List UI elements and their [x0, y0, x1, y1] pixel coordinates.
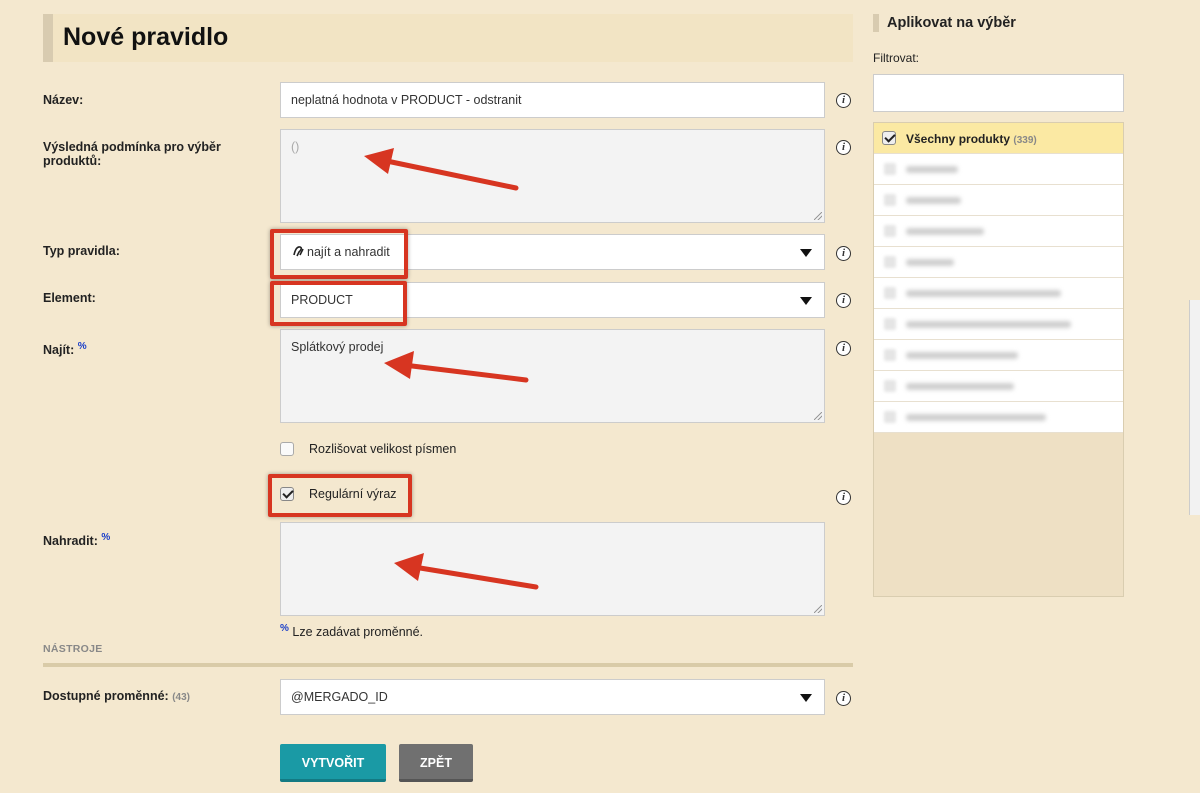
variables-allowed-marker: %: [77, 341, 87, 352]
selection-list: Všechny produkty (339): [873, 122, 1124, 597]
rule-type-label: Typ pravidla:: [43, 244, 120, 258]
variables-label: Dostupné proměnné: (43): [43, 689, 190, 705]
variables-allowed-marker: %: [101, 532, 111, 543]
page-title-bar: Nové pravidlo: [43, 14, 853, 62]
annotation-arrow-icon: [384, 351, 529, 383]
annotation-highlight-box: [270, 281, 407, 326]
annotation-highlight-box: [270, 229, 408, 279]
page-title: Nové pravidlo: [63, 23, 229, 51]
list-item[interactable]: [874, 278, 1123, 309]
resize-grip-icon[interactable]: [814, 605, 822, 613]
info-icon[interactable]: i: [836, 293, 851, 308]
filter-label: Filtrovat:: [873, 51, 920, 65]
replace-textarea[interactable]: [280, 522, 825, 616]
resize-grip-icon[interactable]: [814, 212, 822, 220]
case-sensitive-label: Rozlišovat velikost písmen: [309, 442, 457, 456]
condition-label: Výsledná podmínka pro výběr produktů:: [43, 140, 221, 168]
filter-input[interactable]: [873, 74, 1124, 112]
list-item[interactable]: [874, 371, 1123, 402]
side-toolbar-edge: [1189, 300, 1200, 515]
name-input-value: neplatná hodnota v PRODUCT - odstranit: [291, 93, 522, 107]
info-icon[interactable]: i: [836, 490, 851, 505]
list-item[interactable]: [874, 309, 1123, 340]
chevron-down-icon: [800, 297, 812, 305]
list-item[interactable]: [874, 247, 1123, 278]
all-products-checkbox[interactable]: [882, 131, 896, 145]
annotation-arrow-icon: [394, 553, 539, 590]
resize-grip-icon[interactable]: [814, 412, 822, 420]
list-item[interactable]: [874, 185, 1123, 216]
variables-count: (43): [172, 692, 190, 703]
list-item[interactable]: [874, 402, 1123, 433]
create-button[interactable]: VYTVOŘIT: [280, 744, 386, 782]
info-icon[interactable]: i: [836, 246, 851, 261]
name-input[interactable]: neplatná hodnota v PRODUCT - odstranit: [280, 82, 825, 118]
list-item[interactable]: [874, 340, 1123, 371]
replace-label: Nahradit: %: [43, 531, 110, 548]
chevron-down-icon: [800, 249, 812, 257]
back-button[interactable]: ZPĚT: [399, 744, 473, 782]
info-icon[interactable]: i: [836, 691, 851, 706]
section-divider: [43, 663, 853, 667]
info-icon[interactable]: i: [836, 341, 851, 356]
element-label: Element:: [43, 291, 96, 305]
find-label: Najít: %: [43, 340, 87, 357]
find-textarea[interactable]: Splátkový prodej: [280, 329, 825, 423]
variables-hint: % Lze zadávat proměnné.: [280, 623, 423, 639]
info-icon[interactable]: i: [836, 93, 851, 108]
variables-allowed-marker: %: [280, 623, 289, 634]
tools-section-title: NÁSTROJE: [43, 643, 103, 655]
variables-label-text: Dostupné proměnné:: [43, 689, 169, 703]
name-label: Název:: [43, 93, 84, 107]
list-item[interactable]: [874, 154, 1123, 185]
all-products-label: Všechny produkty (339): [906, 132, 1037, 146]
all-products-text: Všechny produkty: [906, 132, 1011, 146]
variables-select[interactable]: @MERGADO_ID: [280, 679, 825, 715]
list-item-all-products[interactable]: Všechny produkty (339): [874, 123, 1123, 154]
all-products-count: (339): [1013, 135, 1037, 146]
find-label-text: Najít:: [43, 343, 75, 358]
case-sensitive-checkbox[interactable]: [280, 442, 294, 456]
apply-selection-title: Aplikovat na výběr: [873, 14, 1016, 32]
annotation-arrow-icon: [364, 148, 519, 191]
info-icon[interactable]: i: [836, 140, 851, 155]
condition-placeholder: (): [291, 140, 300, 154]
replace-label-text: Nahradit:: [43, 534, 98, 549]
variables-hint-text: Lze zadávat proměnné.: [292, 625, 424, 640]
variables-value: @MERGADO_ID: [291, 690, 388, 704]
annotation-highlight-box: [268, 474, 412, 517]
find-value: Splátkový prodej: [291, 340, 384, 354]
chevron-down-icon: [800, 694, 812, 702]
list-item[interactable]: [874, 216, 1123, 247]
